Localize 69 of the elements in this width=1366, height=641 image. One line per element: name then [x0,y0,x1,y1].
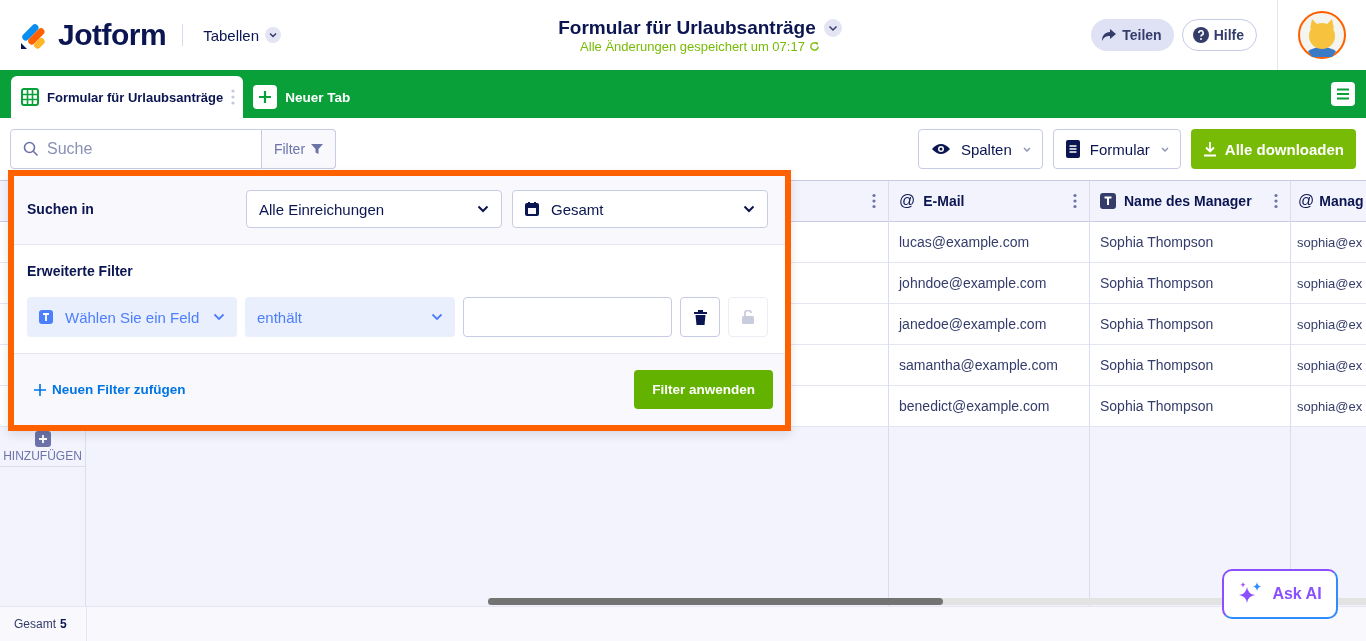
at-icon: @ [1298,192,1315,210]
table-cell: sophia@ex [1291,304,1366,345]
chevron-icon [477,205,489,213]
table-cell: benedict@example.com [889,386,1089,427]
advanced-filters-label: Erweiterte Filter [27,263,134,279]
eye-icon [930,142,951,156]
grid-icon [21,88,39,106]
table-cell: Sophia Thompson [1090,222,1290,263]
more-icon[interactable] [1073,193,1077,209]
more-icon[interactable] [872,193,876,209]
search-input[interactable]: Suche [47,131,261,167]
unlock-icon [742,310,754,324]
calendar-icon [525,202,539,216]
section-dropdown[interactable]: Tabellen [203,26,282,44]
table-cell: sophia@ex [1291,263,1366,304]
share-arrow-icon [1101,28,1118,42]
table-cell: sophia@ex [1291,345,1366,386]
delete-button[interactable] [680,297,720,337]
more-icon[interactable] [1274,193,1278,209]
table-cell: Sophia Thompson [1090,345,1290,386]
table-cell: johndoe@example.com [889,263,1089,304]
table-cell: Sophia Thompson [1090,386,1290,427]
table-cell: Sophia Thompson [1090,304,1290,345]
search-field[interactable]: Suche [10,129,262,169]
search-icon [23,141,39,157]
scrollbar-thumb[interactable] [488,598,943,605]
table-cell: sophia@ex [1291,222,1366,263]
chevron-icon [431,313,443,321]
save-status: Alle Änderungen gespeichert um 07:17 [580,38,805,54]
at-icon: @ [899,192,916,210]
refresh-icon[interactable] [808,40,820,52]
trash-icon [693,309,707,325]
table-cell: Sophia Thompson [1090,263,1290,304]
columns-button[interactable]: Spalten [917,129,1043,169]
scope-dropdown[interactable]: Alle Einreichungen [246,190,502,228]
chevron-icon [265,27,282,43]
add-filter-link[interactable]: Neuen Filter zufügen [34,382,186,397]
avatar[interactable] [1298,11,1346,59]
chevron-icon [213,313,225,321]
share-button[interactable]: Teilen [1091,19,1174,51]
column-title: Name des Manager [1124,193,1253,209]
text-field-icon [1100,193,1116,209]
funnel-icon [311,143,324,155]
chevron-icon[interactable] [823,18,842,37]
help-icon [1192,27,1209,43]
column-title: E-Mail [923,193,966,209]
form-title: Formular für Urlaubsanträge [558,16,816,39]
form-button[interactable]: Formular [1052,129,1181,169]
brand-name[interactable]: Jotform [58,18,167,52]
plus-icon [34,383,46,396]
search-in-label: Suchen in [27,201,95,217]
table-cell: samantha@example.com [889,345,1089,386]
column-title: Manag [1319,193,1364,209]
filter-button[interactable]: Filter [262,129,336,169]
value-input[interactable] [463,297,672,337]
total-count: Gesamt 5 [0,607,87,641]
download-icon [1202,141,1217,157]
ask-ai-button[interactable]: Ask AI [1222,569,1338,619]
text-field-icon [39,310,53,324]
table-cell: janedoe@example.com [889,304,1089,345]
table-cell: lucas@example.com [889,222,1089,263]
help-button[interactable]: Hilfe [1181,19,1257,51]
period-dropdown[interactable]: Gesamt [512,190,768,228]
chevron-icon [743,205,755,213]
plus-icon [253,85,278,109]
document-icon [1065,140,1080,158]
menu-icon[interactable] [1331,82,1355,106]
sheet-tab[interactable]: Formular für Urlaubsanträge [11,76,244,118]
table-cell: sophia@ex [1291,386,1366,427]
